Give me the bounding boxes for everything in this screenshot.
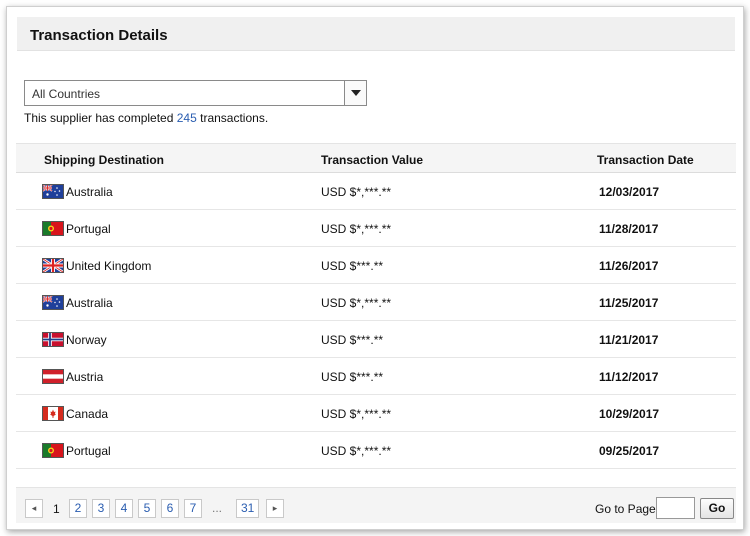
table-row: Norway USD $***.** 11/21/2017 [16,321,736,358]
row-value: USD $*,***.** [321,185,392,199]
row-date: 11/28/2017 [599,222,659,236]
row-date: 11/25/2017 [599,296,659,310]
goto-page-label: Go to Page [595,502,656,516]
current-page: 1 [53,502,60,516]
transaction-count: 245 [176,111,197,125]
row-country: Portugal [66,222,111,236]
row-date: 11/12/2017 [599,370,659,384]
header-transaction-value: Transaction Value [321,153,424,167]
transaction-rows: Australia USD $*,***.** 12/03/2017 Portu… [16,173,736,469]
header-transaction-date: Transaction Date [597,153,694,167]
row-value: USD $*,***.** [321,296,392,310]
row-value: USD $***.** [321,370,384,384]
table-row: Portugal USD $*,***.** 09/25/2017 [16,432,736,469]
country-filter-select[interactable]: All Countries [24,80,367,106]
transaction-details-panel: Transaction Details All Countries This s… [6,6,744,530]
table-row: Austria USD $***.** 11/12/2017 [16,358,736,395]
go-button[interactable]: Go [700,498,734,519]
page-6-button[interactable]: 6 [161,499,179,518]
uk-flag-icon [42,258,64,273]
panel-header: Transaction Details [17,17,735,51]
goto-page-input[interactable] [656,497,695,519]
summary-suffix: transactions. [196,111,269,125]
transaction-summary: This supplier has completed 245 transact… [24,111,268,125]
page-ellipsis: ... [212,501,223,515]
row-country: Austria [66,370,104,384]
australia-flag-icon [42,184,64,199]
row-value: USD $*,***.** [321,444,392,458]
row-date: 09/25/2017 [599,444,660,458]
row-value: USD $*,***.** [321,222,392,236]
pagination-bar: ◂ 1 2 3 4 5 6 7 ... 31 ▸ Go to Page Go [16,487,736,523]
page-31-button[interactable]: 31 [236,499,260,518]
table-row: United Kingdom USD $***.** 11/26/2017 [16,247,736,284]
norway-flag-icon [42,332,64,347]
chevron-down-icon[interactable] [344,81,366,105]
page-5-button[interactable]: 5 [138,499,156,518]
austria-flag-icon [42,369,64,384]
next-page-button[interactable]: ▸ [266,499,284,518]
portugal-flag-icon [42,221,64,236]
country-filter-value: All Countries [32,87,101,101]
page-4-button[interactable]: 4 [115,499,133,518]
portugal-flag-icon [42,443,64,458]
row-country: United Kingdom [66,259,152,273]
row-country: Canada [66,407,109,421]
row-value: USD $***.** [321,259,384,273]
table-row: Canada USD $*,***.** 10/29/2017 [16,395,736,432]
table-header: Shipping Destination Transaction Value T… [16,143,736,173]
header-shipping-destination: Shipping Destination [44,153,164,167]
page-3-button[interactable]: 3 [92,499,110,518]
row-date: 12/03/2017 [599,185,660,199]
row-date: 11/21/2017 [599,333,659,347]
row-date: 10/29/2017 [599,407,660,421]
table-row: Australia USD $*,***.** 11/25/2017 [16,284,736,321]
row-country: Australia [66,296,113,310]
row-date: 11/26/2017 [599,259,659,273]
row-value: USD $***.** [321,333,384,347]
row-country: Norway [66,333,107,347]
australia-flag-icon [42,295,64,310]
page-7-button[interactable]: 7 [184,499,202,518]
page-2-button[interactable]: 2 [69,499,87,518]
canada-flag-icon [42,406,64,421]
panel-title: Transaction Details [30,27,168,44]
row-value: USD $*,***.** [321,407,392,421]
row-country: Australia [66,185,113,199]
row-country: Portugal [66,444,111,458]
table-row: Australia USD $*,***.** 12/03/2017 [16,173,736,210]
table-row: Portugal USD $*,***.** 11/28/2017 [16,210,736,247]
prev-page-button[interactable]: ◂ [25,499,43,518]
summary-prefix: This supplier has completed [24,111,177,125]
